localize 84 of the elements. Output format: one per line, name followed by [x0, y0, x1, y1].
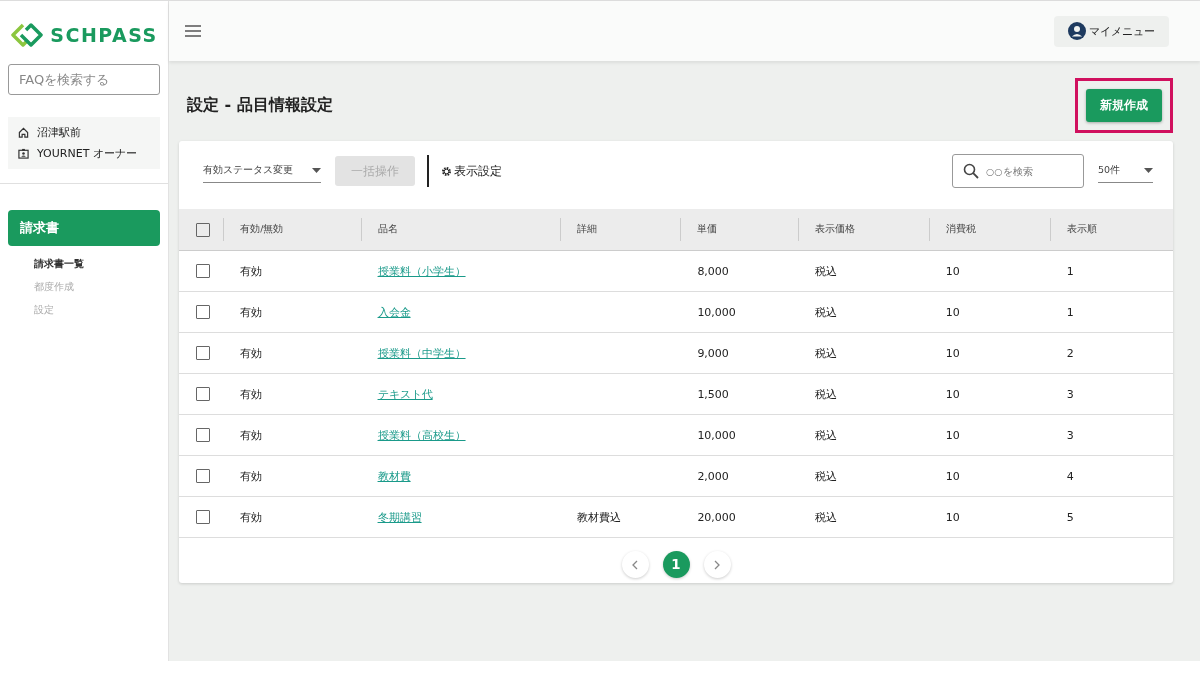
table-cell: 5: [1066, 510, 1074, 524]
column-header: 消費税: [945, 223, 976, 234]
table-cell: 10: [945, 469, 960, 483]
search-field[interactable]: ○○を検索: [952, 154, 1084, 188]
table-cell: 10,000: [697, 305, 736, 319]
account-label: 沼津駅前: [37, 125, 81, 140]
row-checkbox[interactable]: [196, 305, 210, 319]
item-name-link[interactable]: テキスト代: [377, 387, 433, 401]
row-checkbox[interactable]: [196, 469, 210, 483]
table-cell: 税込: [815, 346, 838, 360]
page-number-button[interactable]: 1: [662, 551, 690, 578]
chevron-left-icon: [632, 559, 638, 570]
table-cell: 9,000: [697, 346, 729, 360]
table-cell: 8,000: [697, 264, 729, 278]
column-header: 表示順: [1066, 223, 1097, 234]
table-cell: 4: [1066, 469, 1074, 483]
table-cell: 10: [945, 305, 960, 319]
table-cell: 税込: [815, 469, 838, 483]
item-name-link[interactable]: 冬期講習: [377, 510, 422, 524]
row-checkbox[interactable]: [196, 264, 210, 278]
page-title: 設定 - 品目情報設定: [187, 95, 333, 116]
user-icon: [1068, 22, 1086, 40]
item-name-link[interactable]: 授業料（高校生）: [377, 428, 466, 442]
table-cell: 3: [1066, 428, 1074, 442]
table-cell: 税込: [815, 264, 838, 278]
table-cell: 有効: [240, 305, 263, 319]
table-cell: 有効: [240, 428, 263, 442]
table-cell: 税込: [815, 428, 838, 442]
table-cell: 10: [945, 346, 960, 360]
row-checkbox[interactable]: [196, 346, 210, 360]
table-cell: 税込: [815, 510, 838, 524]
table-cell: 1: [1066, 264, 1074, 278]
row-checkbox[interactable]: [196, 510, 210, 524]
table-cell: 10: [945, 428, 960, 442]
status-select[interactable]: 有効ステータス変更: [203, 159, 321, 183]
caret-icon: [1144, 168, 1153, 173]
logo-text: SCHPASS: [50, 24, 158, 46]
id-card-icon: [18, 148, 29, 159]
settings-icon: [440, 165, 452, 177]
page-size-select[interactable]: 50件: [1098, 159, 1153, 183]
table-cell: 20,000: [697, 510, 736, 524]
chevron-right-icon: [714, 559, 720, 570]
table-cell: 10: [945, 387, 960, 401]
display-settings-button[interactable]: 表示設定: [440, 162, 502, 180]
table-cell: 10: [945, 264, 960, 278]
row-checkbox[interactable]: [196, 428, 210, 442]
item-name-link[interactable]: 授業料（中学生）: [377, 346, 466, 360]
table-cell: 2,000: [697, 469, 729, 483]
table-cell: 有効: [240, 387, 263, 401]
table-cell: 1: [1066, 305, 1074, 319]
column-header: 詳細: [576, 223, 597, 234]
column-header: 単価: [697, 223, 718, 234]
table-cell: 有効: [240, 469, 263, 483]
table-cell: 有効: [240, 510, 263, 524]
account-label: YOURNET オーナー: [37, 146, 137, 161]
nav-item[interactable]: 都度作成: [34, 280, 168, 294]
row-checkbox[interactable]: [196, 387, 210, 401]
column-header: 表示価格: [815, 223, 856, 234]
table-cell: 有効: [240, 264, 263, 278]
item-name-link[interactable]: 授業料（小学生）: [377, 264, 466, 278]
table-cell: 税込: [815, 305, 838, 319]
home-icon: [18, 127, 29, 138]
new-button[interactable]: 新規作成: [1086, 89, 1162, 122]
nav-section-header[interactable]: 請求書: [8, 210, 160, 246]
menu-icon[interactable]: [185, 25, 201, 37]
nav-item[interactable]: 請求書一覧: [34, 257, 168, 271]
table-cell: 有効: [240, 346, 263, 360]
nav-item[interactable]: 設定: [34, 303, 168, 317]
table-cell: 教材費込: [576, 510, 621, 524]
select-all-checkbox[interactable]: [196, 222, 210, 237]
column-header: 有効/無効: [240, 223, 284, 234]
table-cell: 2: [1066, 346, 1074, 360]
table-cell: 3: [1066, 387, 1074, 401]
my-menu-button[interactable]: マイメニュー: [1054, 15, 1169, 47]
caret-icon: [312, 168, 321, 173]
table-cell: 10,000: [697, 428, 736, 442]
item-name-link[interactable]: 教材費: [377, 469, 411, 483]
column-header: 品名: [377, 223, 398, 234]
faq-search-field[interactable]: FAQを検索する: [8, 64, 160, 95]
logo-icon: [10, 23, 45, 47]
item-name-link[interactable]: 入会金: [377, 305, 411, 319]
table-cell: 税込: [815, 387, 838, 401]
table-cell: 10: [945, 510, 960, 524]
table-cell: 1,500: [697, 387, 729, 401]
